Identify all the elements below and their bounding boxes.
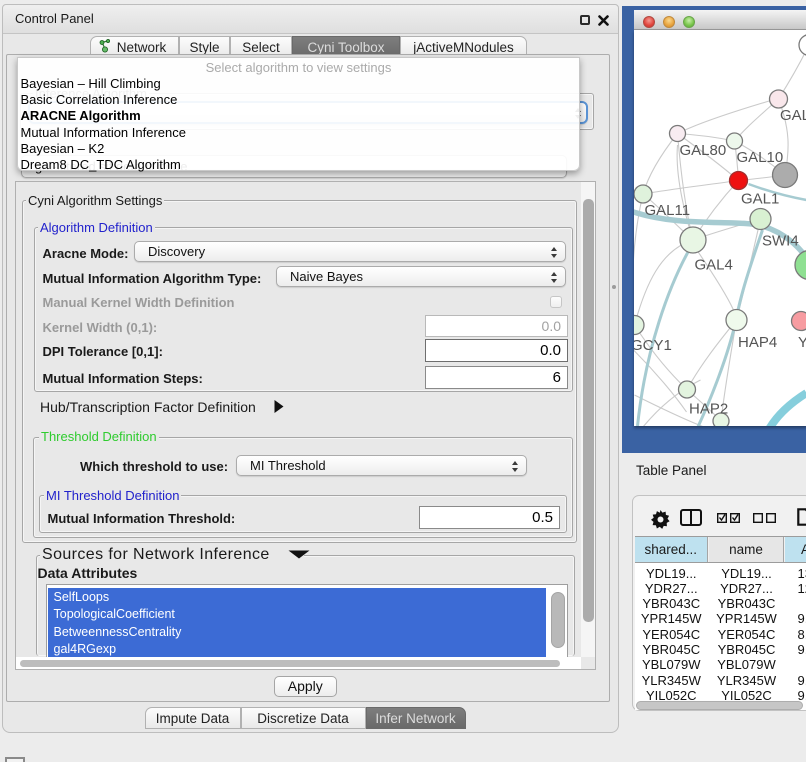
svg-text:GAL11: GAL11 bbox=[644, 202, 690, 219]
svg-text:GAL4: GAL4 bbox=[694, 257, 732, 274]
svg-text:GAL10: GAL10 bbox=[736, 149, 783, 166]
svg-text:GAL7: GAL7 bbox=[780, 107, 806, 124]
svg-text:HAP2: HAP2 bbox=[689, 401, 728, 418]
svg-text:GAL80: GAL80 bbox=[679, 142, 726, 159]
svg-text:GCY1: GCY1 bbox=[634, 337, 672, 354]
svg-text:GAL1: GAL1 bbox=[741, 191, 779, 208]
svg-text:HAP4: HAP4 bbox=[738, 334, 777, 351]
svg-text:Y: Y bbox=[798, 334, 806, 351]
svg-text:SWI4: SWI4 bbox=[762, 233, 799, 250]
